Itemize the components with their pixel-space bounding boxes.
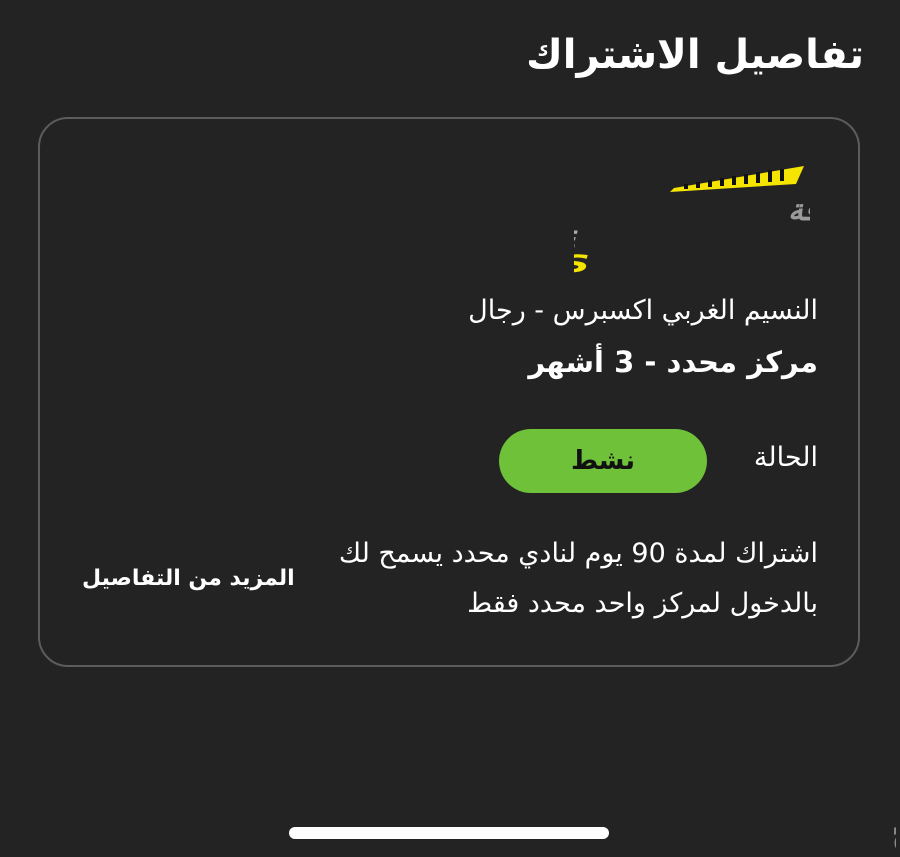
plan-name: مركز محدد - 3 أشهر (528, 345, 818, 379)
page-title: تفاصيل الاشتراك (526, 32, 864, 78)
svg-text:حراج: حراج (892, 808, 896, 854)
subscription-description: اشتراك لمدة 90 يوم لنادي محدد يسمح لك با… (338, 538, 818, 619)
subscription-details-screen: تفاصيل الاشتراك وقت اللياقة (0, 0, 900, 857)
status-badge: نشط (499, 429, 707, 493)
svg-text:وقت اللياقة: وقت اللياقة (788, 193, 810, 228)
club-name: النسيم الغربي اكسبرس - رجال (468, 295, 818, 326)
fitness-time-xpress-logo: وقت اللياقة FITNESSTIME XPRESS (574, 162, 810, 274)
haraj-watermark-logo: حراج (726, 806, 900, 856)
subscription-card: وقت اللياقة FITNESSTIME XPRESS النسيم ال… (38, 117, 860, 667)
svg-text:XPRESS: XPRESS (574, 250, 590, 274)
status-label: الحالة (753, 442, 818, 473)
more-details-link[interactable]: المزيد من التفاصيل (82, 566, 295, 591)
home-indicator[interactable] (289, 827, 609, 839)
